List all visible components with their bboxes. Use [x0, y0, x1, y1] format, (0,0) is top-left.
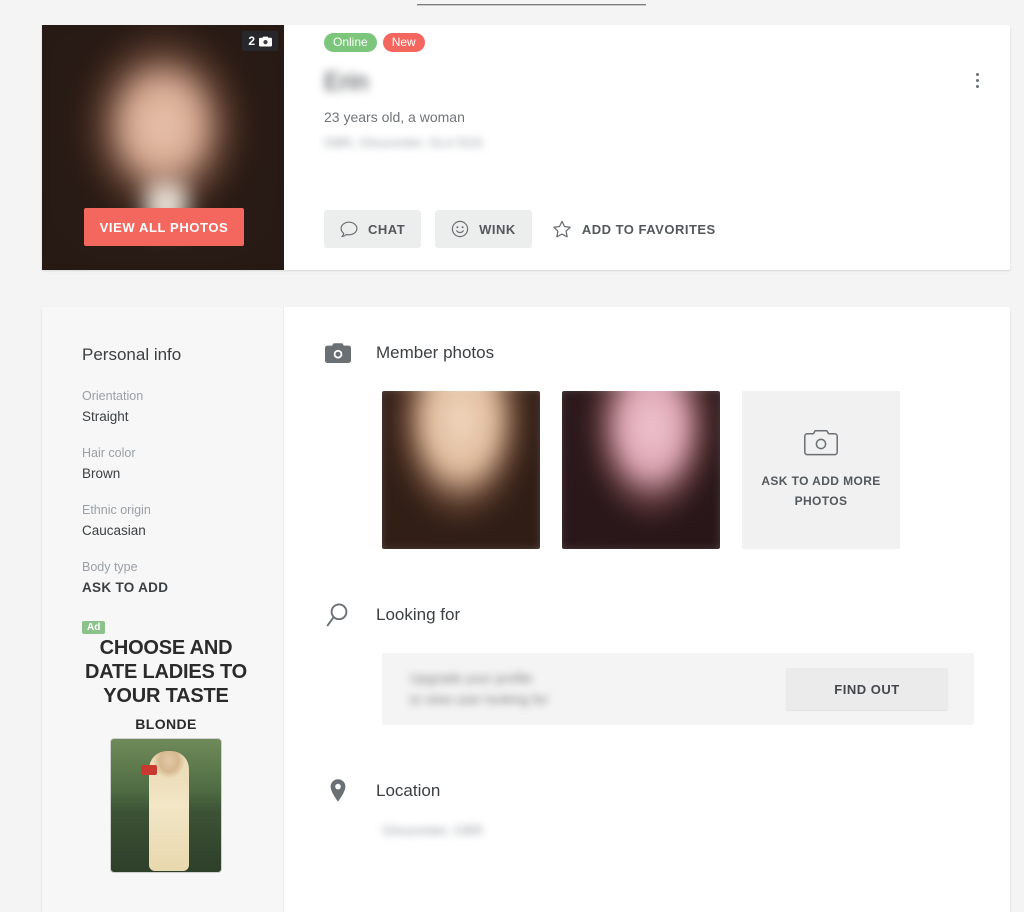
section-looking-for: Looking for Upgrade your profile to view…: [324, 601, 1010, 725]
view-all-photos-button[interactable]: VIEW ALL PHOTOS: [84, 208, 244, 246]
info-value-ask-to-add[interactable]: ASK TO ADD: [82, 580, 283, 595]
section-title: Looking for: [376, 605, 461, 624]
sidebar-ad[interactable]: Ad CHOOSE AND DATE LADIES TO YOUR TASTE …: [82, 617, 250, 873]
profile-page: 2 VIEW ALL PHOTOS Online New Erin 23 yea…: [0, 0, 1024, 912]
add-to-favorites-label: ADD TO FAVORITES: [581, 221, 716, 237]
ask-tile-line2: PHOTOS: [794, 494, 848, 508]
smiley-face-icon: [451, 220, 469, 238]
section-location: Location Gloucester, GBR: [324, 777, 1010, 838]
photo-count-badge: 2: [242, 31, 278, 51]
ask-tile-label: ASK TO ADD MORE PHOTOS: [761, 471, 880, 511]
status-badge-new: New: [382, 33, 425, 52]
kebab-menu-icon[interactable]: [966, 67, 988, 93]
wink-button-label: WINK: [479, 221, 516, 237]
profile-actions: CHAT WINK ADD TO FAVORITES: [324, 210, 716, 248]
kebab-dot: [975, 72, 979, 76]
camera-outline-icon: [804, 430, 838, 456]
profile-main-content: Member photos ASK TO ADD MORE PHOTOS Loo…: [284, 307, 1010, 912]
chat-button[interactable]: CHAT: [324, 210, 422, 248]
personal-info-sidebar: Personal info Orientation Straight Hair …: [42, 307, 284, 912]
info-label: Ethnic origin: [82, 503, 151, 517]
profile-badges: Online New: [324, 33, 986, 52]
magnifier-icon: [324, 601, 352, 629]
kebab-dot: [975, 78, 979, 82]
status-badge-online: Online: [324, 33, 377, 52]
camera-icon: [324, 339, 352, 367]
top-cutoff-rule: [417, 4, 646, 6]
section-title: Location: [376, 781, 441, 800]
member-photo-thumb[interactable]: [382, 391, 540, 549]
member-meta: 23 years old, a woman: [324, 109, 465, 125]
section-header-looking-for: Looking for: [324, 601, 1010, 629]
info-label: Body type: [82, 560, 138, 574]
banner-line2: to view user looking for: [410, 692, 549, 707]
member-photo-image: [382, 391, 540, 549]
find-out-button[interactable]: FIND OUT: [786, 668, 948, 710]
sidebar-title: Personal info: [82, 345, 182, 364]
ad-image: [110, 738, 222, 873]
info-value: Straight: [82, 409, 129, 424]
star-outline-icon: [553, 220, 571, 237]
profile-hero-photo[interactable]: 2 VIEW ALL PHOTOS: [42, 25, 284, 270]
section-header-location: Location: [324, 777, 1010, 805]
location-value: Gloucester, GBR: [382, 823, 484, 838]
member-header-location: GBR, Gloucester, GL4 5GS: [324, 135, 483, 150]
wink-button[interactable]: WINK: [435, 210, 532, 248]
ask-tile-line1: ASK TO ADD MORE: [761, 474, 881, 488]
info-row-orientation: Orientation Straight: [82, 389, 283, 424]
info-value: Brown: [82, 466, 121, 481]
info-row-ethnic-origin: Ethnic origin Caucasian: [82, 503, 283, 538]
map-pin-icon: [324, 777, 352, 805]
banner-line1: Upgrade your profile: [410, 671, 533, 686]
profile-header-info: Online New Erin 23 years old, a woman GB…: [284, 25, 1010, 270]
member-photo-grid: ASK TO ADD MORE PHOTOS: [382, 391, 1010, 549]
banner-text: Upgrade your profile to view user lookin…: [410, 668, 548, 710]
section-title: Member photos: [376, 343, 495, 362]
looking-for-upsell-banner: Upgrade your profile to view user lookin…: [382, 653, 974, 725]
member-photo-thumb[interactable]: [562, 391, 720, 549]
kebab-dot: [975, 84, 979, 88]
add-to-favorites-button[interactable]: ADD TO FAVORITES: [552, 220, 716, 239]
profile-header-card: 2 VIEW ALL PHOTOS Online New Erin 23 yea…: [42, 25, 1010, 270]
section-header-member-photos: Member photos: [324, 339, 1010, 367]
photo-count-value: 2: [248, 34, 255, 48]
member-photo-image: [562, 391, 720, 549]
ad-headline: CHOOSE AND DATE LADIES TO YOUR TASTE: [84, 637, 248, 707]
chat-button-label: CHAT: [368, 221, 406, 237]
member-name: Erin: [324, 68, 369, 96]
info-label: Hair color: [82, 446, 136, 460]
info-label: Orientation: [82, 389, 144, 403]
ad-subtitle: BLONDE: [135, 716, 197, 732]
info-row-body-type: Body type ASK TO ADD: [82, 560, 283, 595]
camera-icon: [259, 36, 272, 46]
chat-bubble-icon: [340, 221, 358, 237]
ask-to-add-more-photos-tile[interactable]: ASK TO ADD MORE PHOTOS: [742, 391, 900, 549]
ad-badge: Ad: [82, 621, 106, 634]
profile-body-card: Personal info Orientation Straight Hair …: [42, 307, 1010, 912]
info-value: Caucasian: [82, 523, 146, 538]
info-row-hair-color: Hair color Brown: [82, 446, 283, 481]
